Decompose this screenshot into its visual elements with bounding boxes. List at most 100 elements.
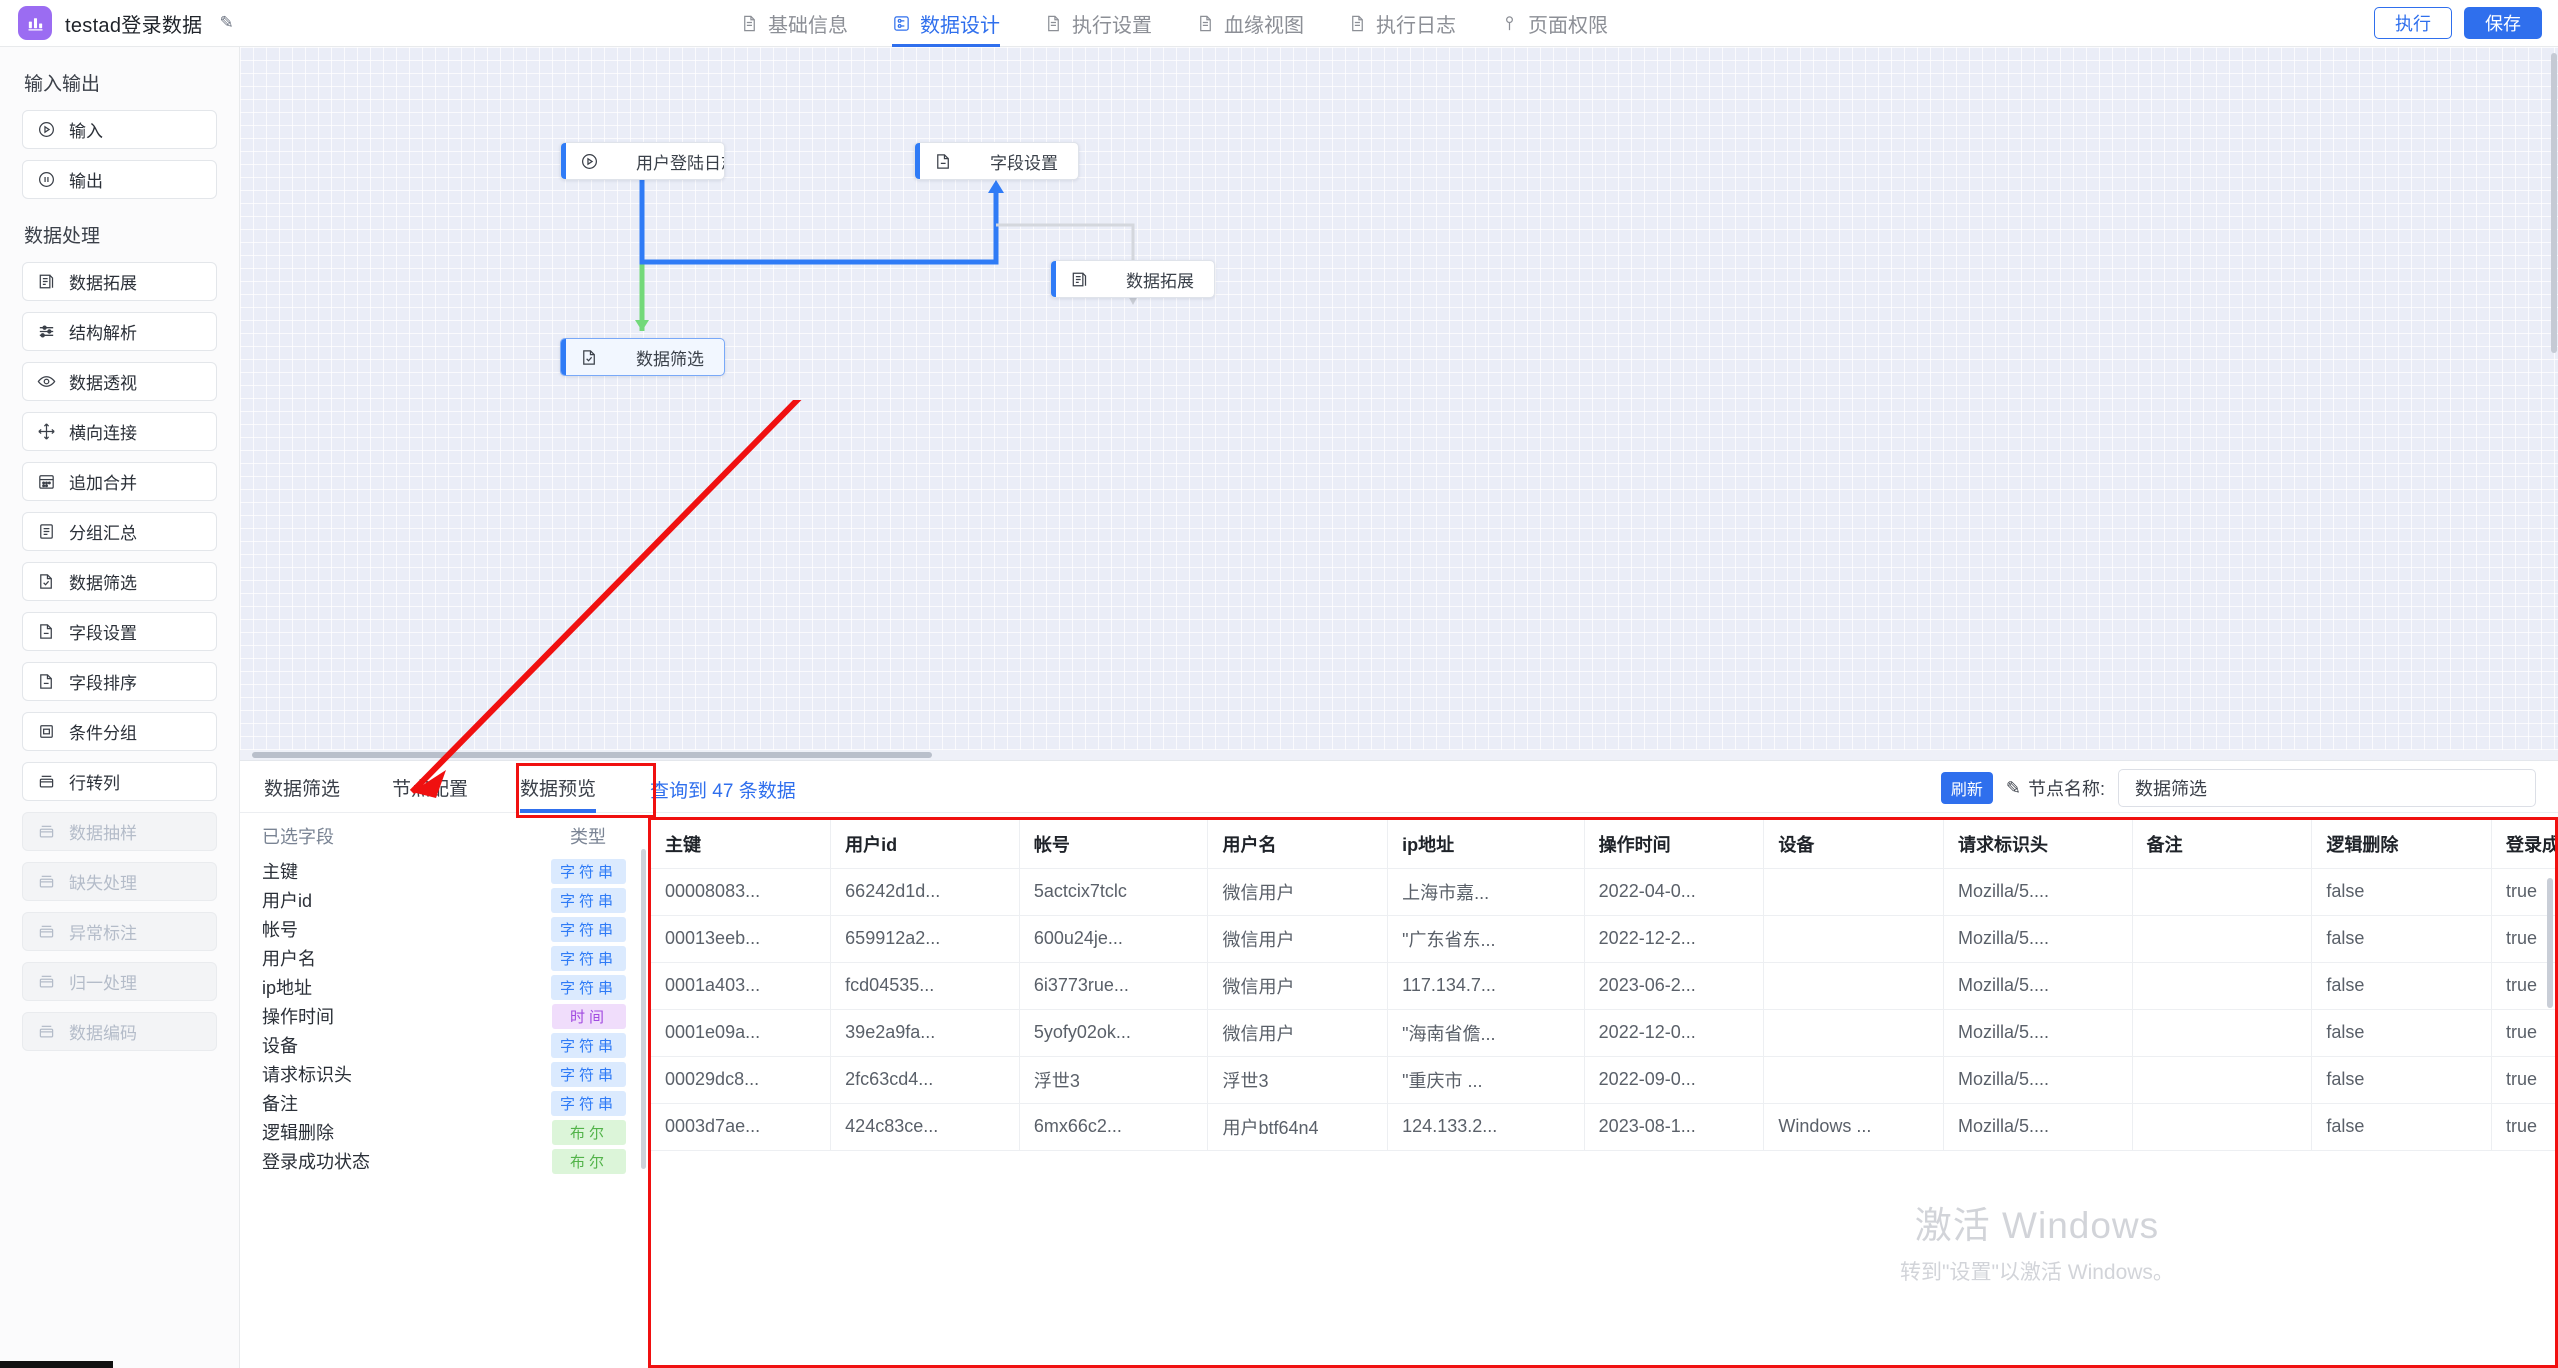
run-button[interactable]: 执行 (2374, 7, 2452, 39)
sidebar-item-label: 分组汇总 (69, 519, 137, 544)
sidebar-item-label: 数据拓展 (69, 269, 137, 294)
table-cell: 用户btf64n4 (1208, 1103, 1388, 1150)
field-row[interactable]: 登录成功状态布尔 (240, 1147, 648, 1175)
refresh-button[interactable]: 刷新 (1941, 772, 1993, 804)
tab-exec-settings[interactable]: 执行设置 (1044, 0, 1152, 47)
table-cell: 124.133.2... (1388, 1103, 1585, 1150)
sidebar-item-data-pivot[interactable]: 数据透视 (22, 362, 217, 401)
field-row[interactable]: 操作时间时间 (240, 1002, 648, 1030)
tab-data-preview[interactable]: 数据预览 (514, 761, 602, 813)
pencil-icon[interactable]: ✎ (2006, 778, 2021, 799)
field-type-badge: 时间 (552, 1004, 626, 1029)
table-cell (2132, 1009, 2312, 1056)
flow-canvas[interactable]: 用户登陆日志 字段设置 数据拓展 数据筛选 (240, 47, 2558, 760)
preview-controls: 刷新 ✎ 节点名称: (1941, 769, 2536, 807)
save-button[interactable]: 保存 (2464, 7, 2542, 39)
flow-node-label: 用户登陆日志 (636, 149, 725, 174)
tab-label: 数据设计 (920, 9, 1000, 38)
field-row[interactable]: 设备字符串 (240, 1031, 648, 1059)
flow-node-user-login-log[interactable]: 用户登陆日志 (560, 142, 725, 180)
table-cell: 微信用户 (1208, 962, 1388, 1009)
canvas-vertical-scrollbar[interactable] (2550, 47, 2558, 750)
sidebar-item-structure-parse[interactable]: 结构解析 (22, 312, 217, 351)
tab-page-permission[interactable]: 页面权限 (1500, 0, 1608, 47)
data-preview-table-pane[interactable]: 主键用户id帐号用户名ip地址操作时间设备请求标识头备注逻辑删除登录成功...登… (648, 817, 2558, 1368)
sidebar-item-group-summary[interactable]: 分组汇总 (22, 512, 217, 551)
pencil-icon[interactable]: ✎ (219, 13, 233, 33)
document-icon (1044, 14, 1063, 33)
table-row[interactable]: 0001e09a...39e2a9fa...5yofy02ok...微信用户"海… (651, 1009, 2558, 1056)
field-row[interactable]: 请求标识头字符串 (240, 1060, 648, 1088)
table-column-header[interactable]: 用户id (831, 820, 1020, 868)
table-column-header[interactable]: 备注 (2132, 820, 2312, 868)
field-row[interactable]: 用户id字符串 (240, 886, 648, 914)
field-name: 设备 (262, 1032, 298, 1058)
eye-icon (36, 371, 57, 392)
table-cell (1764, 915, 1944, 962)
canvas-horizontal-scrollbar[interactable] (240, 750, 2558, 760)
tab-basic-info[interactable]: 基础信息 (740, 0, 848, 47)
table-column-header[interactable]: 请求标识头 (1944, 820, 2133, 868)
field-row[interactable]: ip地址字符串 (240, 973, 648, 1001)
flow-node-data-expand[interactable]: 数据拓展 (1050, 260, 1215, 298)
list-doc-icon (36, 521, 57, 542)
sidebar-item-condition-group[interactable]: 条件分组 (22, 712, 217, 751)
node-name-input[interactable] (2118, 769, 2536, 807)
key-icon (1500, 14, 1519, 33)
field-row[interactable]: 帐号字符串 (240, 915, 648, 943)
table-cell (1764, 962, 1944, 1009)
sidebar-item-append-merge[interactable]: 追加合并 (22, 462, 217, 501)
sidebar-item-data-expand[interactable]: 数据拓展 (22, 262, 217, 301)
table-column-header[interactable]: 设备 (1764, 820, 1944, 868)
table-cell: 2fc63cd4... (831, 1056, 1020, 1103)
sidebar-item-data-encoding: 数据编码 (22, 1012, 217, 1051)
sidebar-item-row-to-column[interactable]: 行转列 (22, 762, 217, 801)
field-list: 主键字符串用户id字符串帐号字符串用户名字符串ip地址字符串操作时间时间设备字符… (240, 857, 648, 1175)
data-preview-table: 主键用户id帐号用户名ip地址操作时间设备请求标识头备注逻辑删除登录成功...登… (651, 820, 2558, 1151)
table-cell (2132, 868, 2312, 915)
table-cell: 66242d1d... (831, 868, 1020, 915)
table-column-header[interactable]: 用户名 (1208, 820, 1388, 868)
table-cell: 2022-12-0... (1584, 1009, 1764, 1056)
table-cell: Mozilla/5.... (1944, 1056, 2133, 1103)
field-row[interactable]: 备注字符串 (240, 1089, 648, 1117)
sidebar-item-input[interactable]: 输入 (22, 110, 217, 149)
node-name-label-group: ✎ 节点名称: (2006, 775, 2105, 801)
field-row[interactable]: 逻辑删除布尔 (240, 1118, 648, 1146)
table-cell (2132, 1103, 2312, 1150)
table-column-header[interactable]: 帐号 (1019, 820, 1208, 868)
sidebar-item-data-filter[interactable]: 数据筛选 (22, 562, 217, 601)
sidebar-item-label: 缺失处理 (69, 869, 137, 894)
app-root: testad登录数据 ✎ 基础信息 数据设计 执行设置 血缘视图 执行 (0, 0, 2558, 1368)
sidebar-item-horizontal-join[interactable]: 横向连接 (22, 412, 217, 451)
sidebar-item-field-sort[interactable]: 字段排序 (22, 662, 217, 701)
flow-node-field-settings[interactable]: 字段设置 (914, 142, 1079, 180)
tab-node-config[interactable]: 节点配置 (386, 761, 474, 813)
table-row[interactable]: 00029dc8...2fc63cd4...浮世3浮世3"重庆市 ...2022… (651, 1056, 2558, 1103)
table-cell: 浮世3 (1019, 1056, 1208, 1103)
table-row[interactable]: 00013eeb...659912a2...600u24je...微信用户"广东… (651, 915, 2558, 962)
table-column-header[interactable]: 登录成功... (2492, 820, 2558, 868)
tab-data-filter[interactable]: 数据筛选 (258, 761, 346, 813)
field-list-scrollbar[interactable] (641, 849, 646, 1169)
table-row[interactable]: 00008083...66242d1d...5actcix7tclc微信用户上海… (651, 868, 2558, 915)
tab-exec-log[interactable]: 执行日志 (1348, 0, 1456, 47)
table-column-header[interactable]: ip地址 (1388, 820, 1585, 868)
field-row[interactable]: 主键字符串 (240, 857, 648, 885)
table-cell: fcd04535... (831, 962, 1020, 1009)
table-column-header[interactable]: 逻辑删除 (2312, 820, 2492, 868)
field-row[interactable]: 用户名字符串 (240, 944, 648, 972)
field-type-badge: 字符串 (551, 946, 626, 971)
table-vertical-scrollbar[interactable] (2547, 878, 2553, 1008)
table-column-header[interactable]: 主键 (651, 820, 831, 868)
flow-node-data-filter[interactable]: 数据筛选 (560, 338, 725, 376)
tab-data-design[interactable]: 数据设计 (892, 0, 1000, 47)
table-column-header[interactable]: 操作时间 (1584, 820, 1764, 868)
table-row[interactable]: 0003d7ae...424c83ce...6mx66c2...用户btf64n… (651, 1103, 2558, 1150)
sidebar-item-output[interactable]: 输出 (22, 160, 217, 199)
tab-lineage-view[interactable]: 血缘视图 (1196, 0, 1304, 47)
sidebar-item-field-settings[interactable]: 字段设置 (22, 612, 217, 651)
table-row[interactable]: 0001a403...fcd04535...6i3773rue...微信用户11… (651, 962, 2558, 1009)
row-count-text[interactable]: 查询到 47 条数据 (650, 776, 796, 803)
main-nav: 基础信息 数据设计 执行设置 血缘视图 执行日志 页面权限 (740, 0, 1608, 47)
